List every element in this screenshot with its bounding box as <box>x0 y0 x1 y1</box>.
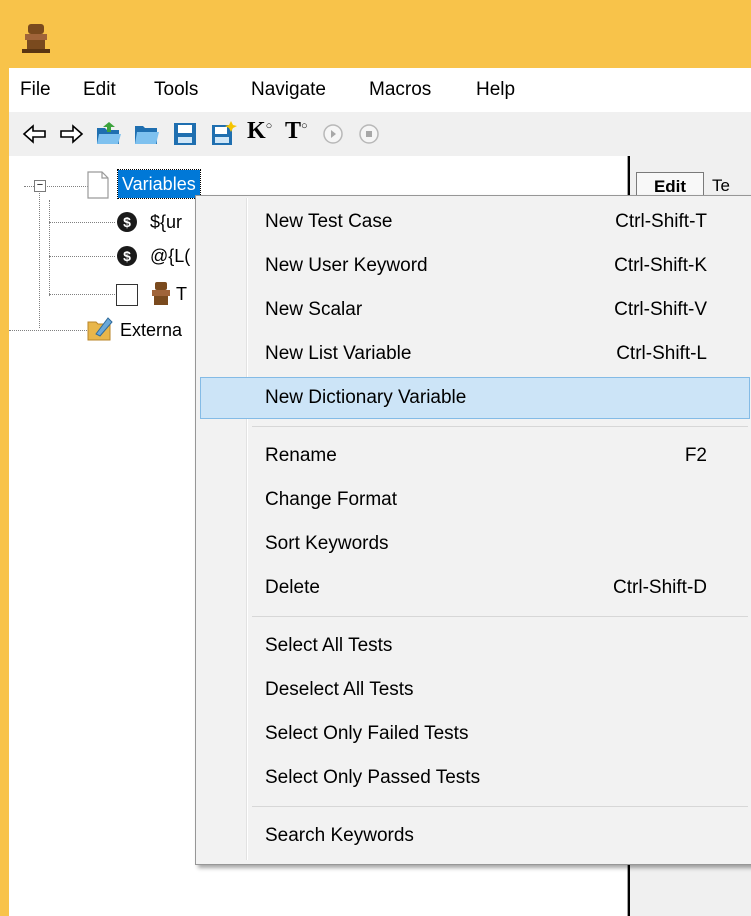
menu-item-sort-keywords[interactable]: Sort Keywords <box>201 524 749 564</box>
menu-item-label: Change Format <box>265 489 398 510</box>
test-checkbox[interactable] <box>116 284 138 306</box>
menu-item-label: Delete <box>265 577 320 598</box>
tree-item-test[interactable]: T <box>176 284 187 305</box>
tree-item-variables[interactable]: Variables <box>117 169 201 199</box>
stop-icon[interactable] <box>355 120 383 148</box>
menu-item-shortcut: Ctrl-Shift-D <box>613 577 707 598</box>
menu-item-label: New List Variable <box>265 343 412 364</box>
menu-separator <box>252 806 748 807</box>
menu-item-new-dictionary-variable[interactable]: New Dictionary Variable <box>200 377 750 419</box>
external-resource-icon <box>87 317 113 341</box>
menu-item-label: Sort Keywords <box>265 533 389 554</box>
list-variable-icon: $ <box>117 246 137 266</box>
save-all-icon[interactable] <box>209 120 237 148</box>
tree-item-scalar[interactable]: ${ur <box>150 212 182 233</box>
window-frame-left <box>0 68 9 916</box>
tree-item-list[interactable]: @{L( <box>150 246 190 267</box>
menu-item-new-list-variable[interactable]: New List Variable Ctrl-Shift-L <box>201 334 749 374</box>
tree-connector <box>39 186 40 328</box>
menu-bar: File Edit Tools Navigate Macros Help <box>9 68 751 112</box>
menu-item-deselect-all-tests[interactable]: Deselect All Tests <box>201 670 749 710</box>
menu-item-label: New Dictionary Variable <box>265 387 467 408</box>
menu-item-select-only-passed-tests[interactable]: Select Only Passed Tests <box>201 758 749 798</box>
svg-text:$: $ <box>123 248 131 264</box>
file-icon <box>87 171 109 199</box>
menu-item-label: New Scalar <box>265 299 363 320</box>
save-icon[interactable] <box>171 120 199 148</box>
robot-test-icon <box>152 282 170 305</box>
menu-item-search-keywords[interactable]: Search Keywords <box>201 816 749 856</box>
tree-item-external[interactable]: Externa <box>120 320 182 341</box>
menu-edit[interactable]: Edit <box>83 78 116 102</box>
menu-item-label: Search Keywords <box>265 825 414 846</box>
menu-item-label: New User Keyword <box>265 255 428 276</box>
menu-item-label: Select All Tests <box>265 635 393 656</box>
menu-item-shortcut: F2 <box>684 445 707 466</box>
robot-app-icon <box>22 24 50 53</box>
scalar-variable-icon: $ <box>117 212 137 232</box>
menu-separator <box>252 426 748 427</box>
menu-item-new-user-keyword[interactable]: New User Keyword Ctrl-Shift-K <box>201 246 749 286</box>
tree-connector <box>49 200 50 296</box>
search-keywords-icon[interactable]: K○ <box>247 118 275 146</box>
menu-item-label: Select Only Failed Tests <box>265 723 469 744</box>
menu-item-rename[interactable]: Rename F2 <box>201 436 749 476</box>
menu-item-shortcut: Ctrl-Shift-K <box>614 255 707 276</box>
back-arrow-icon[interactable] <box>21 120 49 148</box>
menu-macros[interactable]: Macros <box>369 78 431 102</box>
tab-text[interactable]: Te <box>712 176 730 196</box>
open-directory-icon[interactable] <box>133 120 161 148</box>
menu-item-select-all-tests[interactable]: Select All Tests <box>201 626 749 666</box>
tree-connector <box>49 222 115 223</box>
collapse-toggle-icon[interactable]: − <box>34 180 46 192</box>
menu-item-label: Rename <box>265 445 337 466</box>
menu-item-select-only-failed-tests[interactable]: Select Only Failed Tests <box>201 714 749 754</box>
menu-file[interactable]: File <box>20 78 51 102</box>
menu-item-label: Deselect All Tests <box>265 679 414 700</box>
tree-connector <box>49 256 115 257</box>
tree-connector <box>9 330 87 331</box>
menu-separator <box>252 616 748 617</box>
svg-text:$: $ <box>123 214 131 230</box>
menu-item-shortcut: Ctrl-Shift-V <box>614 299 707 320</box>
run-icon[interactable] <box>319 120 347 148</box>
menu-help[interactable]: Help <box>476 78 515 102</box>
search-tests-icon[interactable]: T○ <box>285 118 313 146</box>
forward-arrow-icon[interactable] <box>57 120 85 148</box>
menu-item-shortcut: Ctrl-Shift-L <box>616 343 707 364</box>
menu-tools[interactable]: Tools <box>154 78 198 102</box>
context-menu: New Test Case Ctrl-Shift-T New User Keyw… <box>195 195 751 865</box>
menu-item-new-test-case[interactable]: New Test Case Ctrl-Shift-T <box>201 202 749 242</box>
tree-connector <box>49 294 115 295</box>
menu-item-delete[interactable]: Delete Ctrl-Shift-D <box>201 568 749 608</box>
menu-item-shortcut: Ctrl-Shift-T <box>615 211 707 232</box>
title-bar <box>0 0 751 69</box>
menu-navigate[interactable]: Navigate <box>251 78 326 102</box>
menu-item-label: Select Only Passed Tests <box>265 767 481 788</box>
toolbar: K○ T○ <box>9 112 751 156</box>
menu-item-new-scalar[interactable]: New Scalar Ctrl-Shift-V <box>201 290 749 330</box>
menu-item-label: New Test Case <box>265 211 393 232</box>
open-folder-icon[interactable] <box>95 120 123 148</box>
menu-item-change-format[interactable]: Change Format <box>201 480 749 520</box>
